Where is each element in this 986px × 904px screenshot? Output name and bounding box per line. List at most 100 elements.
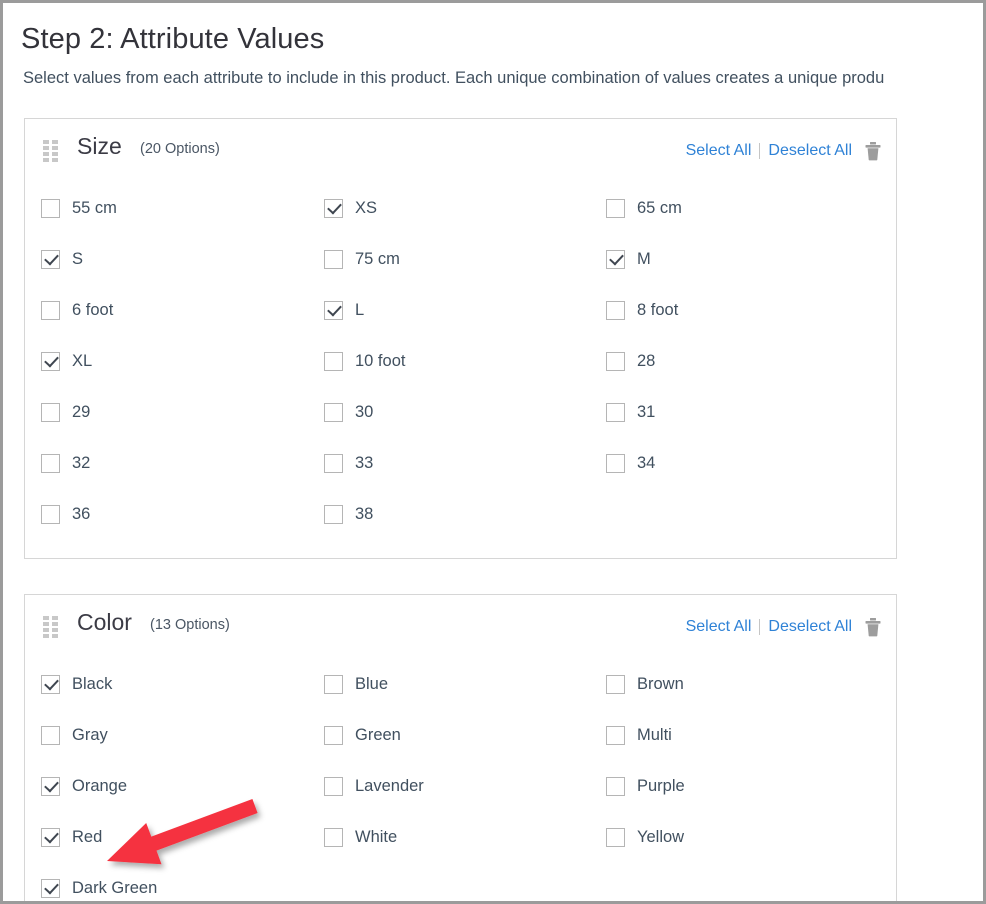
checkbox-unchecked[interactable]: [606, 776, 625, 796]
option-color-lavender[interactable]: Lavender: [324, 775, 424, 797]
option-size-29[interactable]: 29: [41, 401, 90, 423]
option-label: M: [637, 249, 651, 268]
checkbox-unchecked[interactable]: [606, 402, 625, 422]
option-color-orange[interactable]: Orange: [41, 775, 127, 797]
checkbox-unchecked[interactable]: [324, 725, 343, 745]
option-size-33[interactable]: 33: [324, 452, 373, 474]
option-size-30[interactable]: 30: [324, 401, 373, 423]
option-label: Multi: [637, 725, 672, 744]
option-label: Green: [355, 725, 401, 744]
option-color-dark-green[interactable]: Dark Green: [41, 877, 157, 899]
checkbox-unchecked[interactable]: [324, 249, 343, 269]
trash-icon[interactable]: [864, 617, 882, 637]
option-color-black[interactable]: Black: [41, 673, 112, 695]
deselect-all-link-size[interactable]: Deselect All: [768, 142, 852, 160]
option-label: XS: [355, 198, 378, 217]
checkbox-unchecked[interactable]: [606, 198, 625, 218]
option-label: Yellow: [637, 827, 685, 846]
select-all-link-size[interactable]: Select All: [686, 142, 752, 160]
checkbox-checked[interactable]: [41, 351, 60, 371]
option-size-31[interactable]: 31: [606, 401, 655, 423]
checkbox-unchecked[interactable]: [324, 402, 343, 422]
option-label: Dark Green: [72, 878, 158, 897]
option-size-55-cm[interactable]: 55 cm: [41, 197, 117, 219]
checkbox-unchecked[interactable]: [41, 300, 60, 320]
checkbox-unchecked[interactable]: [606, 351, 625, 371]
option-label: 75 cm: [355, 249, 400, 268]
checkbox-checked[interactable]: [324, 198, 343, 218]
drag-handle-icon[interactable]: [43, 140, 58, 162]
option-size-s[interactable]: S: [41, 248, 83, 270]
option-label: 31: [637, 402, 656, 421]
checkbox-unchecked[interactable]: [324, 504, 343, 524]
attribute-name-size: Size: [77, 133, 122, 159]
option-color-white[interactable]: White: [324, 826, 397, 848]
option-size-38[interactable]: 38: [324, 503, 373, 525]
checkbox-unchecked[interactable]: [606, 725, 625, 745]
option-color-purple[interactable]: Purple: [606, 775, 685, 797]
option-color-gray[interactable]: Gray: [41, 724, 108, 746]
checkbox-unchecked[interactable]: [324, 776, 343, 796]
checkbox-unchecked[interactable]: [41, 198, 60, 218]
checkbox-checked[interactable]: [41, 827, 60, 847]
attribute-actions-color: Select All Deselect All: [686, 615, 882, 639]
option-size-36[interactable]: 36: [41, 503, 90, 525]
option-color-yellow[interactable]: Yellow: [606, 826, 684, 848]
checkbox-checked[interactable]: [606, 249, 625, 269]
option-size-8-foot[interactable]: 8 foot: [606, 299, 678, 321]
page-description: Select values from each attribute to inc…: [23, 69, 885, 87]
option-label: 6 foot: [72, 300, 114, 319]
option-size-l[interactable]: L: [324, 299, 364, 321]
checkbox-checked[interactable]: [41, 776, 60, 796]
select-all-link-color[interactable]: Select All: [686, 618, 752, 636]
checkbox-unchecked[interactable]: [324, 351, 343, 371]
checkbox-unchecked[interactable]: [41, 453, 60, 473]
option-size-28[interactable]: 28: [606, 350, 655, 372]
option-label: XL: [72, 351, 93, 370]
option-color-blue[interactable]: Blue: [324, 673, 388, 695]
option-size-xs[interactable]: XS: [324, 197, 377, 219]
checkbox-unchecked[interactable]: [606, 453, 625, 473]
option-color-red[interactable]: Red: [41, 826, 102, 848]
option-label: 32: [72, 453, 91, 472]
option-label: 30: [355, 402, 374, 421]
option-label: 36: [72, 504, 91, 523]
page-viewport: Step 2: Attribute Values Select values f…: [3, 3, 983, 901]
option-size-m[interactable]: M: [606, 248, 651, 270]
checkbox-unchecked[interactable]: [606, 827, 625, 847]
checkbox-checked[interactable]: [324, 300, 343, 320]
option-label: 29: [72, 402, 91, 421]
deselect-all-link-color[interactable]: Deselect All: [768, 618, 852, 636]
option-size-34[interactable]: 34: [606, 452, 655, 474]
checkbox-unchecked[interactable]: [606, 674, 625, 694]
action-separator: [759, 619, 761, 635]
option-size-xl[interactable]: XL: [41, 350, 92, 372]
option-label: Lavender: [355, 776, 424, 795]
option-label: White: [355, 827, 398, 846]
checkbox-unchecked[interactable]: [41, 402, 60, 422]
checkbox-unchecked[interactable]: [324, 453, 343, 473]
option-size-75-cm[interactable]: 75 cm: [324, 248, 400, 270]
checkbox-checked[interactable]: [41, 249, 60, 269]
option-color-brown[interactable]: Brown: [606, 673, 684, 695]
option-label: 65 cm: [637, 198, 682, 217]
drag-handle-icon[interactable]: [43, 616, 58, 638]
checkbox-unchecked[interactable]: [324, 827, 343, 847]
checkbox-checked[interactable]: [41, 674, 60, 694]
option-size-65-cm[interactable]: 65 cm: [606, 197, 682, 219]
checkbox-unchecked[interactable]: [324, 674, 343, 694]
option-color-multi[interactable]: Multi: [606, 724, 672, 746]
option-size-6-foot[interactable]: 6 foot: [41, 299, 113, 321]
option-color-green[interactable]: Green: [324, 724, 401, 746]
trash-icon[interactable]: [864, 141, 882, 161]
option-size-32[interactable]: 32: [41, 452, 90, 474]
option-size-10-foot[interactable]: 10 foot: [324, 350, 405, 372]
option-label: 10 foot: [355, 351, 406, 370]
checkbox-checked[interactable]: [41, 878, 60, 898]
attribute-name-color: Color: [77, 609, 132, 635]
attribute-option-count-size: (20 Options): [140, 141, 220, 157]
checkbox-unchecked[interactable]: [41, 725, 60, 745]
checkbox-unchecked[interactable]: [606, 300, 625, 320]
option-label: Black: [72, 674, 113, 693]
checkbox-unchecked[interactable]: [41, 504, 60, 524]
